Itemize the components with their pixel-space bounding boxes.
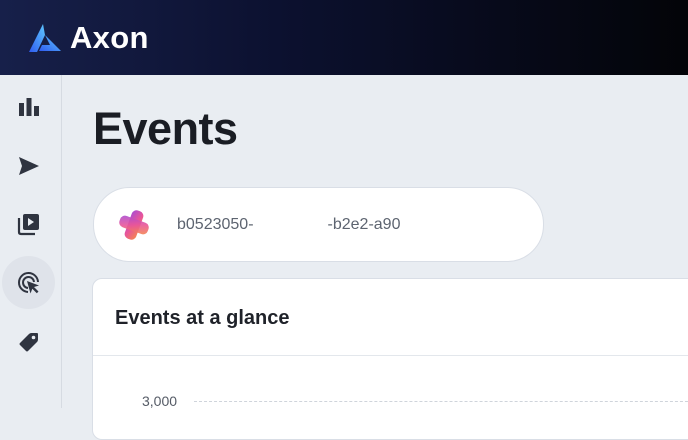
axon-logo-icon <box>29 23 61 52</box>
app-logo-icon <box>119 209 149 240</box>
bar-chart-icon <box>18 97 39 116</box>
brand-logo[interactable]: Axon <box>28 20 149 56</box>
sidebar-item-video-library[interactable] <box>2 197 55 250</box>
y-axis-tick-label: 3,000 <box>142 393 178 409</box>
card-title: Events at a glance <box>115 307 290 329</box>
top-bar: Axon <box>0 0 688 75</box>
chart-gridline <box>194 401 688 402</box>
app-id: b0523050- -b2e2-a90 <box>177 216 400 234</box>
app-id-end: -b2e2-a90 <box>327 215 401 233</box>
events-at-a-glance-card: Events at a glance 3,000 <box>92 278 688 440</box>
brand-name: Axon <box>70 19 149 55</box>
main-content: Events b0523050- -b2e2-a90 Events at a gl… <box>62 75 688 440</box>
cursor-click-icon <box>17 271 39 293</box>
send-icon <box>18 156 39 175</box>
sidebar-item-events[interactable] <box>2 256 55 309</box>
sidebar-item-analytics[interactable] <box>2 80 55 133</box>
app-id-start: b0523050- <box>177 215 254 233</box>
tag-icon <box>19 332 38 351</box>
sidebar-item-send[interactable] <box>2 139 55 192</box>
video-library-icon <box>17 213 39 235</box>
sidebar <box>0 75 62 408</box>
sidebar-item-tags[interactable] <box>2 315 55 368</box>
app-selector[interactable]: b0523050- -b2e2-a90 <box>93 187 544 262</box>
page-title: Events <box>93 103 238 154</box>
card-divider <box>93 355 688 356</box>
